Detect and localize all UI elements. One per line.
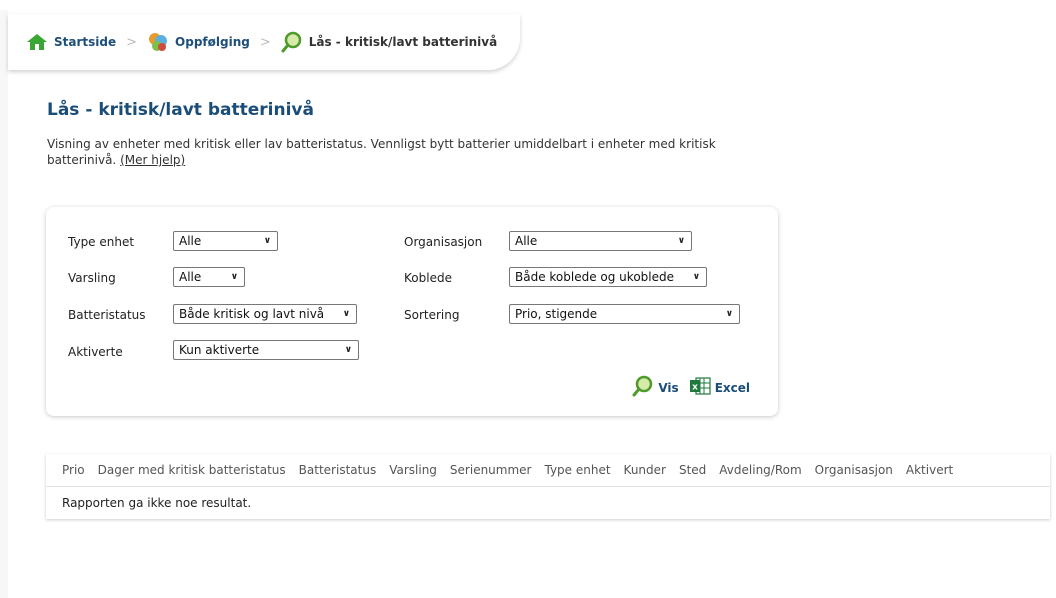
breadcrumb-followup-label: Oppfølging bbox=[175, 35, 250, 49]
column-header-batteristatus[interactable]: Batteristatus bbox=[299, 463, 377, 477]
page-description: Visning av enheter med kritisk eller lav… bbox=[47, 136, 787, 168]
breadcrumb-home-label: Startside bbox=[54, 35, 117, 49]
column-header-organisasjon[interactable]: Organisasjon bbox=[815, 463, 893, 477]
page-title: Lås - kritisk/lavt batterinivå bbox=[47, 100, 314, 120]
aktiverte-value: Kun aktiverte bbox=[179, 343, 260, 357]
column-header-varsling[interactable]: Varsling bbox=[389, 463, 437, 477]
organisasjon-value: Alle bbox=[515, 234, 538, 248]
batteristatus-select[interactable]: Både kritisk og lavt nivå ∨ bbox=[173, 304, 357, 324]
svg-text:x: x bbox=[692, 383, 698, 393]
breadcrumb-followup[interactable]: Oppfølging bbox=[147, 31, 250, 53]
koblede-value: Både koblede og ukoblede bbox=[515, 270, 674, 284]
page: Startside > Oppfølging > Lås - kritisk/l… bbox=[0, 0, 1056, 598]
chevron-down-icon: ∨ bbox=[692, 272, 700, 282]
column-header-avdeling[interactable]: Avdeling/Rom bbox=[719, 463, 801, 477]
excel-label: Excel bbox=[714, 380, 750, 395]
column-header-type-enhet[interactable]: Type enhet bbox=[544, 463, 610, 477]
home-icon bbox=[26, 33, 48, 51]
breadcrumb-home[interactable]: Startside bbox=[26, 33, 116, 51]
sortering-value: Prio, stigende bbox=[515, 307, 598, 321]
sortering-label: Sortering bbox=[404, 308, 460, 322]
filter-actions: Vis x Excel bbox=[632, 375, 750, 400]
varsling-value: Alle bbox=[179, 270, 202, 284]
chevron-down-icon: ∨ bbox=[344, 345, 352, 355]
batteristatus-value: Både kritisk og lavt nivå bbox=[179, 307, 325, 321]
followup-icon bbox=[147, 31, 169, 53]
breadcrumb-separator: > bbox=[126, 34, 138, 50]
varsling-label: Varsling bbox=[68, 271, 116, 285]
organisasjon-select[interactable]: Alle ∨ bbox=[509, 231, 692, 251]
breadcrumb-separator: > bbox=[259, 34, 271, 50]
batteristatus-label: Batteristatus bbox=[68, 308, 146, 322]
excel-button[interactable]: x Excel bbox=[689, 376, 750, 399]
chevron-down-icon: ∨ bbox=[725, 309, 733, 319]
varsling-select[interactable]: Alle ∨ bbox=[173, 267, 245, 287]
koblede-select[interactable]: Både koblede og ukoblede ∨ bbox=[509, 267, 707, 287]
search-icon bbox=[281, 31, 303, 53]
type-enhet-value: Alle bbox=[179, 234, 202, 248]
breadcrumb-current-label: Lås - kritisk/lavt batterinivå bbox=[308, 35, 498, 49]
chevron-down-icon: ∨ bbox=[677, 236, 685, 246]
excel-icon: x bbox=[689, 376, 711, 399]
results-table: Prio Dager med kritisk batteristatus Bat… bbox=[46, 454, 1050, 519]
column-header-prio[interactable]: Prio bbox=[62, 463, 85, 477]
organisasjon-label: Organisasjon bbox=[404, 235, 483, 249]
column-header-dager[interactable]: Dager med kritisk batteristatus bbox=[98, 463, 286, 477]
type-enhet-label: Type enhet bbox=[68, 235, 135, 249]
vis-button[interactable]: Vis bbox=[632, 375, 679, 400]
sortering-select[interactable]: Prio, stigende ∨ bbox=[509, 304, 740, 324]
filter-panel: Type enhet Alle ∨ Varsling Alle ∨ Batter… bbox=[46, 207, 778, 416]
column-header-aktivert[interactable]: Aktivert bbox=[906, 463, 953, 477]
help-link[interactable]: (Mer hjelp) bbox=[120, 153, 185, 167]
koblede-label: Koblede bbox=[404, 271, 452, 285]
chevron-down-icon: ∨ bbox=[342, 309, 350, 319]
column-header-serienummer[interactable]: Serienummer bbox=[450, 463, 532, 477]
chevron-down-icon: ∨ bbox=[230, 272, 238, 282]
vis-label: Vis bbox=[658, 380, 679, 395]
chevron-down-icon: ∨ bbox=[263, 236, 271, 246]
column-header-kunder[interactable]: Kunder bbox=[624, 463, 666, 477]
aktiverte-select[interactable]: Kun aktiverte ∨ bbox=[173, 340, 359, 360]
breadcrumb: Startside > Oppfølging > Lås - kritisk/l… bbox=[8, 14, 520, 70]
table-header: Prio Dager med kritisk batteristatus Bat… bbox=[46, 454, 1050, 487]
breadcrumb-current: Lås - kritisk/lavt batterinivå bbox=[281, 31, 497, 53]
column-header-sted[interactable]: Sted bbox=[679, 463, 706, 477]
empty-message: Rapporten ga ikke noe resultat. bbox=[62, 495, 252, 510]
aktiverte-label: Aktiverte bbox=[68, 345, 123, 359]
type-enhet-select[interactable]: Alle ∨ bbox=[173, 231, 278, 251]
top-strip bbox=[0, 0, 1056, 10]
search-icon bbox=[632, 375, 654, 400]
